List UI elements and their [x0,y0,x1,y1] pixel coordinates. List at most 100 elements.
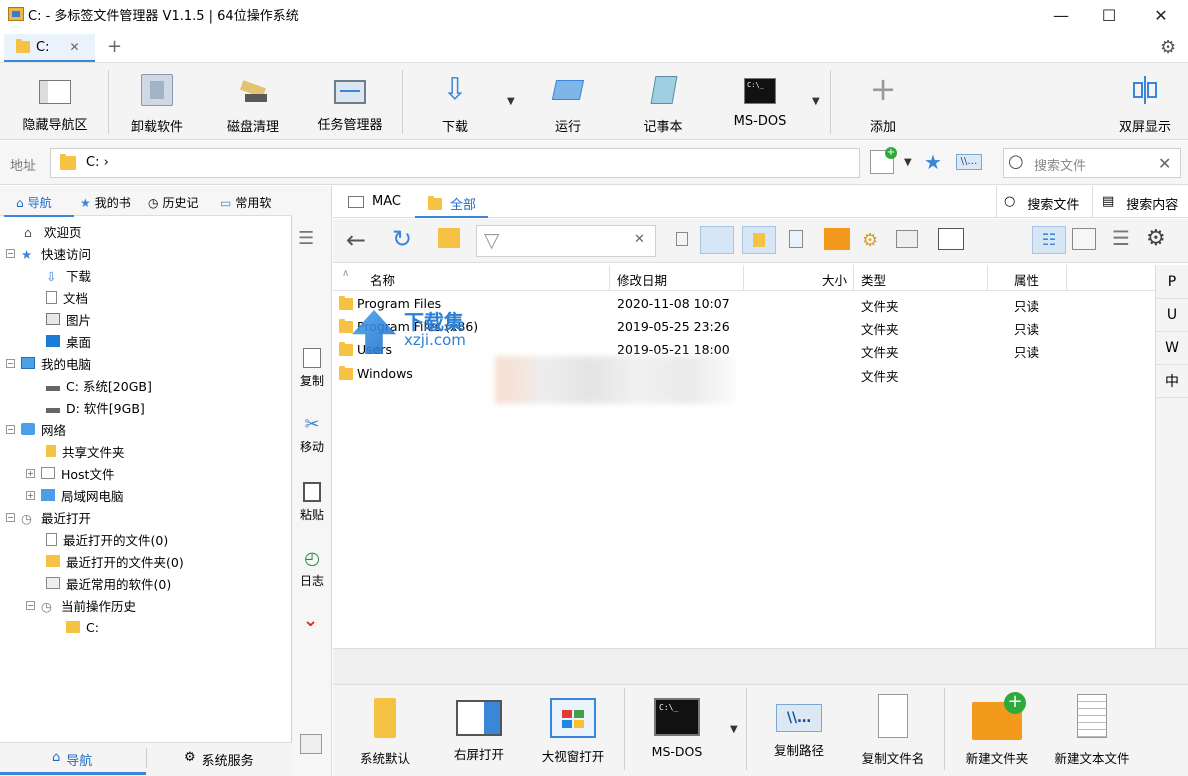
column-separator[interactable] [743,265,744,291]
tree-item-lan-computers[interactable]: + 局域网电脑 [26,484,124,506]
search-input[interactable] [1003,148,1181,178]
back-icon[interactable]: ← [346,226,366,254]
preview-icon[interactable] [784,226,810,254]
tree-item-recent[interactable]: − ◷ 最近打开 [6,506,91,528]
big-window-button[interactable]: 大视窗打开 [536,688,610,772]
column-name[interactable]: 名称 [370,270,395,289]
expand-icon[interactable]: + [26,468,35,478]
msdos-dropdown-icon[interactable]: ▼ [812,96,820,107]
column-modified[interactable]: 修改日期 [617,270,667,289]
tree-item-host-file[interactable]: + Host文件 [26,462,114,484]
tree-item-my-computer[interactable]: − 我的电脑 [6,352,91,374]
left-tab-nav[interactable]: ⌂ 导航 [16,194,52,211]
settings-gear-icon[interactable]: ⚙ [1160,37,1176,58]
tab-c-drive[interactable]: C: ✕ [4,34,95,62]
hide-nav-button[interactable]: 隐藏导航区 [14,66,96,138]
notepad-button[interactable]: 记事本 [628,66,698,138]
tree-item-recent-folders[interactable]: 最近打开的文件夹(0) [46,550,184,572]
quick-u-button[interactable]: U [1156,299,1188,332]
left-tab-history[interactable]: ◷ 历史记 [148,194,199,211]
column-separator[interactable] [1066,265,1067,291]
copy-filename-button[interactable]: 复制文件名 [856,688,930,772]
column-separator[interactable] [853,265,854,291]
filter-input[interactable] [476,225,656,257]
folder-history-icon[interactable] [438,228,460,248]
collapse-icon[interactable]: − [6,424,15,434]
tree-item-shared-folder[interactable]: 共享文件夹 [46,440,125,462]
bottom-msdos-button[interactable]: C:\_ MS-DOS [644,688,710,772]
maximize-button[interactable]: ☐ [1086,0,1132,30]
tree-item-network[interactable]: − 网络 [6,418,66,440]
move-button[interactable]: ✂ 移动 [292,414,332,455]
open-window-icon[interactable] [938,228,964,250]
tree-item-recent-files[interactable]: 最近打开的文件(0) [46,528,168,550]
new-folder-button[interactable]: + 新建文件夹 [958,688,1036,772]
download-button[interactable]: ⇩ 下载 [420,66,490,138]
clear-filter-icon[interactable]: ✕ [634,232,645,247]
search-content-button[interactable]: ▤ 搜索内容 [1102,194,1178,213]
log-button[interactable]: ◴ 日志 [292,548,332,589]
right-open-button[interactable]: 右屏打开 [448,688,510,772]
view-settings-gear-icon[interactable]: ⚙ [1146,226,1166,251]
path-icon[interactable]: \\… [956,154,982,170]
column-attr[interactable]: 属性 [1014,270,1039,289]
run-button[interactable]: 运行 [533,66,603,138]
file-icon[interactable] [676,232,688,246]
tab-close-icon[interactable]: ✕ [69,40,79,54]
table-row[interactable]: Windows 文件夹 [333,362,1155,385]
show-folders-toggle[interactable] [742,226,776,254]
tree-item-pictures[interactable]: 图片 [46,308,91,330]
thumbnail-view-icon[interactable] [1072,228,1096,250]
show-files-toggle[interactable] [700,226,734,254]
column-separator[interactable] [987,265,988,291]
add-dropdown-icon[interactable]: ▼ [904,157,912,168]
refresh-icon[interactable]: ↻ [392,225,412,253]
uninstall-button[interactable]: 卸载软件 [122,66,192,138]
tab-mac[interactable]: MAC [348,194,401,209]
tree-item-history-c[interactable]: C: [66,616,99,638]
address-input[interactable] [50,148,860,178]
star-icon[interactable]: ★ [924,150,942,174]
tree-item-drive-d[interactable]: D: 软件[9GB] [46,396,145,418]
dual-screen-button[interactable]: 双屏显示 [1110,66,1180,138]
quick-zh-button[interactable]: 中 [1156,365,1188,398]
paste-button[interactable]: 粘贴 [292,482,332,523]
quick-p-button[interactable]: P [1156,266,1188,299]
column-size[interactable]: 大小 [822,270,847,289]
collapse-icon[interactable]: − [6,248,15,258]
collapse-icon[interactable]: − [6,512,15,522]
search-files-button[interactable]: ○ 搜索文件 [1004,194,1079,213]
msdos-button[interactable]: C:\_ MS-DOS [722,66,798,138]
column-type[interactable]: 类型 [861,270,886,289]
new-tab-button[interactable]: + [107,36,122,57]
tree-item-desktop[interactable]: 桌面 [46,330,91,352]
copy-path-button[interactable]: \\… 复制路径 [766,688,832,772]
quick-w-button[interactable]: W [1156,332,1188,365]
properties-icon[interactable] [896,230,918,248]
new-folder-add-icon[interactable]: + [870,147,897,174]
system-default-button[interactable]: 系统默认 [352,688,418,772]
tree-item-recent-software[interactable]: 最近常用的软件(0) [46,572,171,594]
gear-file-icon[interactable]: ⚙ [862,230,878,251]
collapse-icon[interactable]: − [26,600,35,610]
chevron-down-icon[interactable]: ⌄ [303,610,318,631]
copy-button[interactable]: 复制 [292,348,332,389]
tree-item-quick-access[interactable]: − ★ 快速访问 [6,242,91,264]
disk-clean-button[interactable]: 磁盘清理 [218,66,288,138]
close-button[interactable]: ✕ [1138,0,1184,30]
column-separator[interactable] [609,265,610,291]
new-text-file-button[interactable]: 新建文本文件 [1046,688,1138,772]
tree-item-documents[interactable]: 文档 [46,286,88,308]
download-dropdown-icon[interactable]: ▼ [507,96,515,107]
expand-icon[interactable]: + [26,490,35,500]
bottom-tab-nav[interactable]: ⌂ 导航 [52,750,92,769]
tree-item-operation-history[interactable]: − ◷ 当前操作历史 [26,594,136,616]
tree-item-welcome[interactable]: ⌂ 欢迎页 [24,220,82,242]
msdos-dropdown-icon[interactable]: ▼ [730,724,738,735]
detail-view-icon[interactable]: ☷ [1032,226,1066,254]
windows-icon[interactable] [300,734,322,754]
new-folder-icon[interactable] [824,228,850,250]
tree-item-drive-c[interactable]: C: 系统[20GB] [46,374,152,396]
add-button[interactable]: + 添加 [848,66,918,138]
bottom-tab-system[interactable]: ⚙ 系统服务 [184,750,254,769]
